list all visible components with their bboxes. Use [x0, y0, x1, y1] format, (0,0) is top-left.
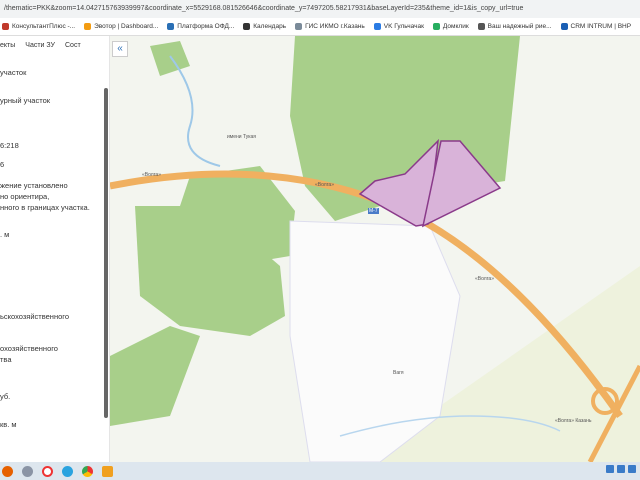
bookmark-icon	[295, 23, 303, 30]
info-line: жение установлено	[0, 181, 68, 190]
map-view[interactable]: имени Тукая «Волга» «Волга» «Волга» «Вол…	[110, 36, 640, 462]
zoom-icon[interactable]	[606, 465, 614, 473]
info-line: урный участок	[0, 96, 51, 105]
bookmark-icon	[84, 23, 92, 30]
bookmark-item[interactable]: Платформа ОФД...	[167, 22, 234, 31]
bookmark-label: VK Гульчачак	[383, 23, 424, 30]
telegram-icon[interactable]	[62, 465, 73, 477]
taskbar	[0, 462, 640, 480]
tab-parts[interactable]: Части ЗУ	[25, 42, 55, 56]
mail-icon[interactable]	[102, 465, 113, 477]
bookmark-label: Домклик	[442, 23, 469, 30]
bookmark-item[interactable]: VK Гульчачак	[373, 22, 424, 31]
bookmark-label: Ваш надежный риe...	[487, 23, 552, 30]
help-icon[interactable]	[628, 465, 636, 473]
road-label: «Волга»	[315, 182, 334, 188]
info-line: но ориентира,	[0, 192, 50, 201]
area-value: . м	[0, 230, 10, 239]
area-value-2: кв. м	[0, 420, 17, 429]
bookmark-label: Эвотор | Dashboard...	[94, 23, 159, 30]
use-line: охозяйственного	[0, 344, 58, 353]
bookmarks-bar: КонсультантПлюс -... Эвотор | Dashboard..…	[0, 18, 640, 36]
map-controls	[606, 465, 636, 473]
bookmark-label: Платформа ОФД...	[177, 23, 235, 30]
bookmark-icon	[373, 23, 381, 30]
bookmark-item[interactable]: Эвотор | Dashboard...	[84, 22, 158, 31]
tab-composition[interactable]: Сост	[65, 42, 81, 56]
bookmark-icon	[2, 23, 9, 30]
print-icon[interactable]	[617, 465, 625, 473]
tab-objects[interactable]: екты	[0, 42, 15, 56]
info-sidebar: екты Части ЗУ Сост участок урный участок…	[0, 36, 110, 462]
sidebar-tabs: екты Части ЗУ Сост	[0, 36, 109, 56]
bookmark-item[interactable]: Ваш надежный риe...	[477, 22, 552, 31]
bookmark-icon	[243, 23, 251, 30]
collapse-sidebar-button[interactable]: «	[112, 41, 128, 57]
cortana-icon[interactable]	[22, 465, 33, 477]
bookmark-item[interactable]: Домклик	[432, 22, 469, 31]
bookmark-icon	[167, 23, 175, 30]
village-label: имени Тукая	[227, 134, 257, 140]
info-line: 6	[0, 160, 5, 169]
bookmark-icon	[560, 23, 568, 30]
bookmark-icon	[432, 23, 440, 30]
road-label: «Волга»	[475, 276, 494, 282]
road-label: «Волга» Казань	[555, 418, 592, 424]
bookmark-item[interactable]: КонсультантПлюс -...	[2, 22, 75, 31]
sidebar-scrollbar[interactable]	[104, 88, 108, 418]
firefox-icon[interactable]	[2, 465, 13, 477]
cost-value: уб.	[0, 392, 11, 401]
use-line: тва	[0, 355, 12, 364]
cadastral-number: 6:218	[0, 141, 19, 150]
bookmark-label: Календарь	[253, 23, 287, 30]
bookmark-label: CRM INTRUM | ВНР	[570, 23, 632, 30]
address-bar[interactable]: /thematic=PKK&zoom=14.042715763939997&co…	[0, 0, 640, 18]
chrome-icon[interactable]	[82, 465, 93, 477]
route-shield: М-7	[368, 208, 379, 214]
info-line: нного в границах участка.	[0, 203, 90, 212]
road-label: «Волга»	[142, 172, 161, 178]
bookmark-item[interactable]: Календарь	[243, 22, 286, 31]
yandex-icon[interactable]	[42, 465, 53, 477]
category-line: ьскохозяйственного	[0, 312, 70, 321]
bookmark-item[interactable]: ГИС ИКМО г.Казань	[295, 22, 365, 31]
bookmark-label: ГИС ИКМО г.Казань	[305, 23, 365, 30]
bookmark-item[interactable]: CRM INTRUM | ВНР	[560, 22, 632, 31]
info-line: участок	[0, 68, 27, 77]
settlement-label: Вагя	[393, 370, 404, 376]
bookmark-label: КонсультантПлюс -...	[12, 23, 76, 30]
bookmark-icon	[477, 23, 485, 30]
